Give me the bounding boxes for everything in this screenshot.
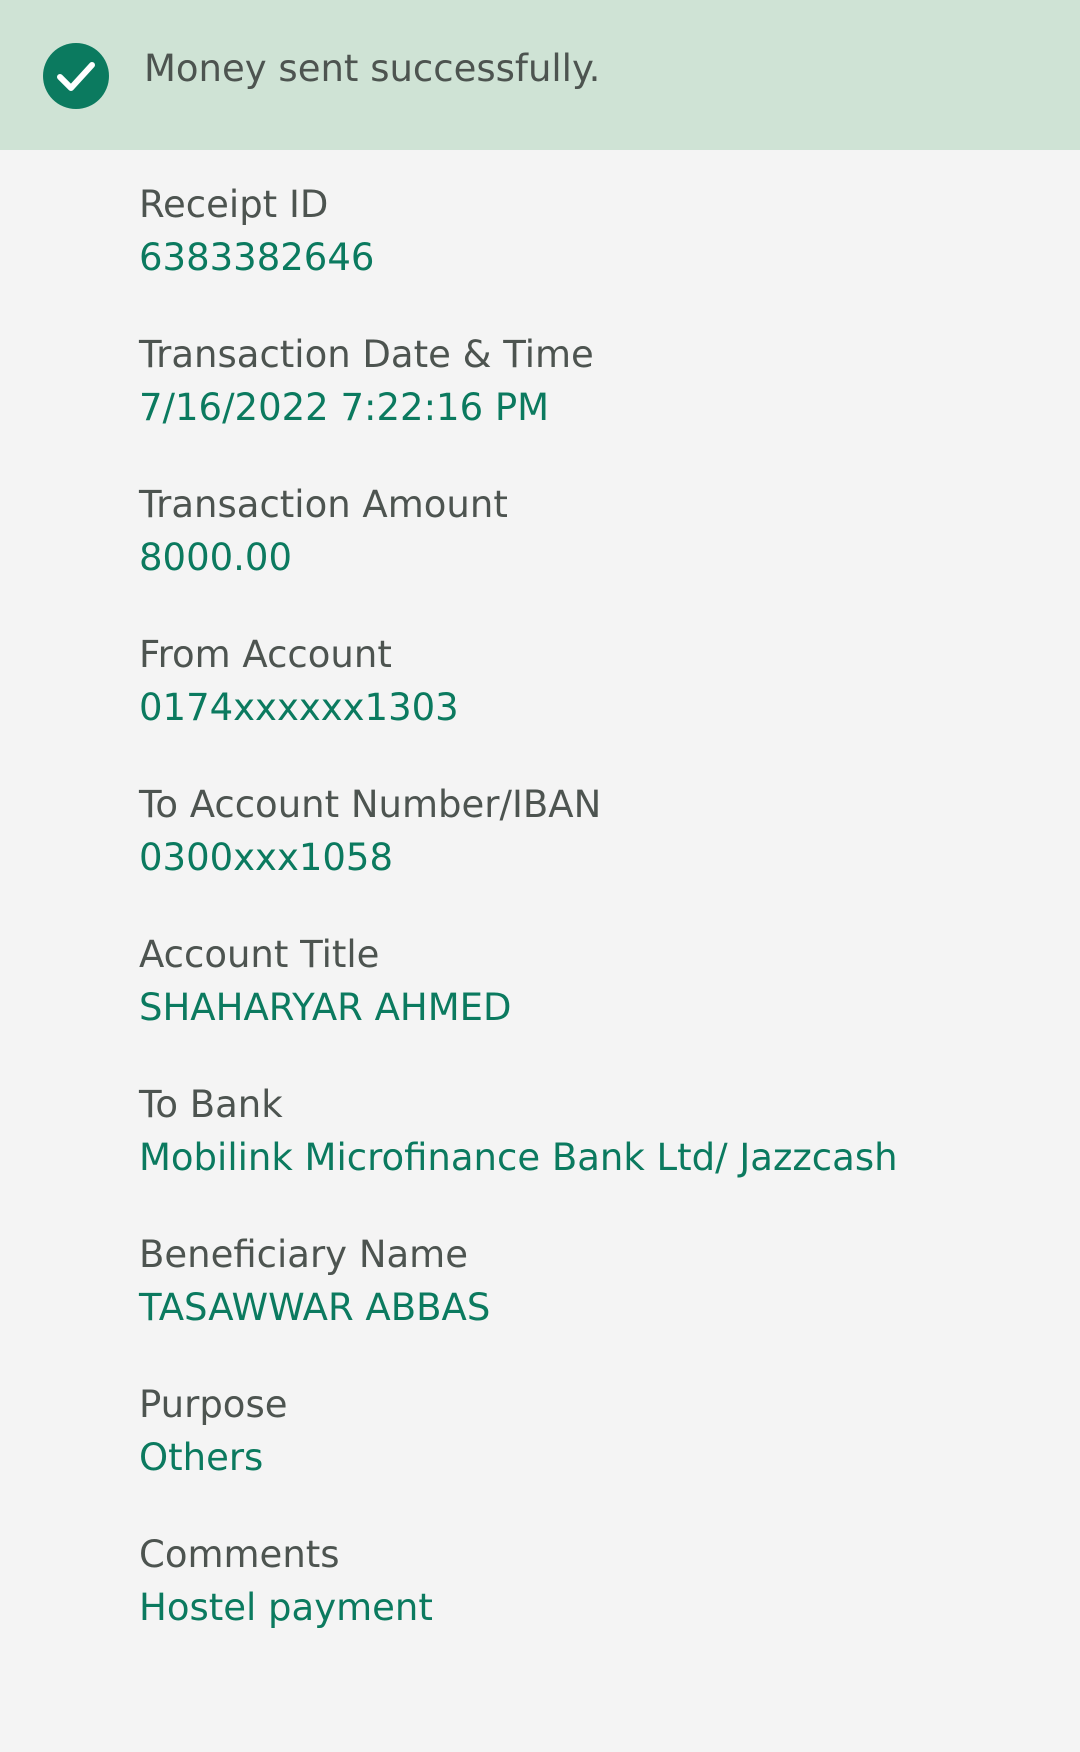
to-account-value: 0300xxx1058 bbox=[139, 836, 394, 879]
success-message: Money sent successfully. bbox=[144, 47, 601, 90]
comments-value: Hostel payment bbox=[139, 1586, 433, 1629]
receipt-id-value: 6383382646 bbox=[139, 236, 375, 279]
transaction-date-time-label: Transaction Date & Time bbox=[139, 333, 594, 376]
comments-label: Comments bbox=[139, 1533, 340, 1576]
field-transaction-amount: Transaction Amount 8000.00 bbox=[139, 450, 1039, 579]
account-title-value: SHAHARYAR AHMED bbox=[139, 986, 512, 1029]
from-account-value: 0174xxxxxx1303 bbox=[139, 686, 459, 729]
beneficiary-name-label: Beneficiary Name bbox=[139, 1233, 468, 1276]
field-account-title: Account Title SHAHARYAR AHMED bbox=[139, 900, 1039, 1029]
field-transaction-date-time: Transaction Date & Time 7/16/2022 7:22:1… bbox=[139, 300, 1039, 429]
beneficiary-name-value: TASAWWAR ABBAS bbox=[139, 1286, 491, 1329]
transaction-date-time-value: 7/16/2022 7:22:16 PM bbox=[139, 386, 550, 429]
field-receipt-id: Receipt ID 6383382646 bbox=[139, 150, 1039, 279]
from-account-label: From Account bbox=[139, 633, 392, 676]
purpose-label: Purpose bbox=[139, 1383, 288, 1426]
to-bank-label: To Bank bbox=[139, 1083, 283, 1126]
field-to-bank: To Bank Mobilink Microfinance Bank Ltd/ … bbox=[139, 1050, 1039, 1179]
field-from-account: From Account 0174xxxxxx1303 bbox=[139, 600, 1039, 729]
receipt-id-label: Receipt ID bbox=[139, 183, 329, 226]
check-circle-icon bbox=[43, 43, 109, 109]
field-purpose: Purpose Others bbox=[139, 1350, 1039, 1479]
field-beneficiary-name: Beneficiary Name TASAWWAR ABBAS bbox=[139, 1200, 1039, 1329]
account-title-label: Account Title bbox=[139, 933, 380, 976]
to-account-label: To Account Number/IBAN bbox=[139, 783, 602, 826]
field-comments: Comments Hostel payment bbox=[139, 1500, 1039, 1629]
field-to-account: To Account Number/IBAN 0300xxx1058 bbox=[139, 750, 1039, 879]
to-bank-value: Mobilink Microfinance Bank Ltd/ Jazzcash bbox=[139, 1136, 898, 1179]
transaction-amount-label: Transaction Amount bbox=[139, 483, 508, 526]
success-banner: Money sent successfully. bbox=[0, 0, 1080, 150]
transaction-amount-value: 8000.00 bbox=[139, 536, 293, 579]
purpose-value: Others bbox=[139, 1436, 264, 1479]
